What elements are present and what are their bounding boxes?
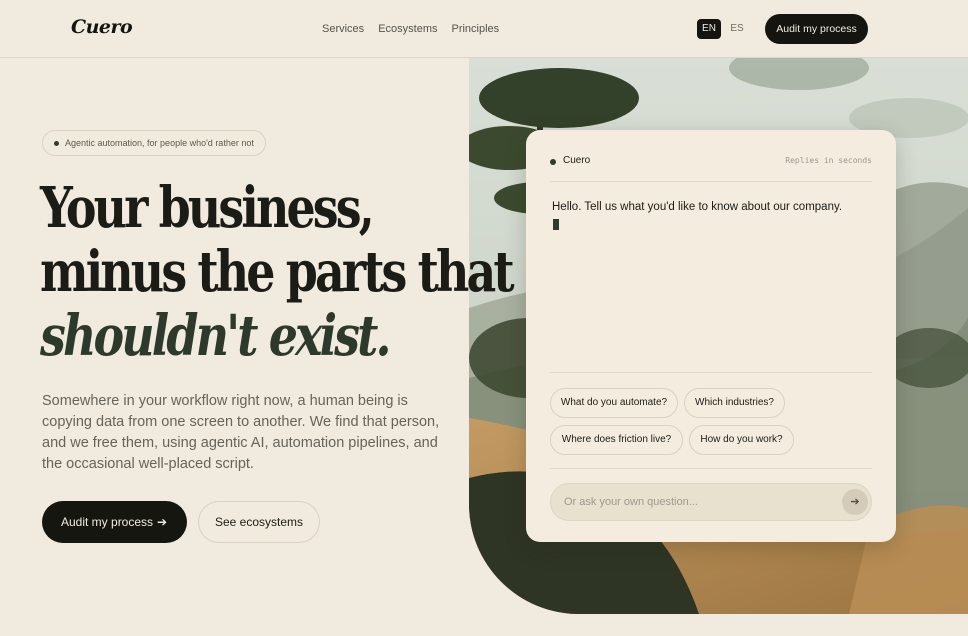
badge-dot-icon [54,141,59,146]
chat-agent-name: Cuero [563,155,591,166]
language-switcher: EN ES [697,19,749,39]
hero-lede: Somewhere in your workflow right now, a … [42,393,440,472]
headline-line-3: shouldn't exist. [40,303,391,369]
suggestion-where-does-friction-live[interactable]: Where does friction live? [550,425,683,455]
main-nav: Services Ecosystems Principles [322,23,499,35]
suggestion-which-industries[interactable]: Which industries? [684,388,785,418]
typing-cursor [553,219,559,230]
hero-headline: Your business, minus the parts that shou… [40,175,515,369]
see-ecosystems-button[interactable]: See ecosystems [198,501,320,543]
badge-label: Agentic automation, for people who'd rat… [65,138,254,148]
hero-badge: Agentic automation, for people who'd rat… [42,130,266,156]
nav-principles[interactable]: Principles [451,23,499,35]
chat-input-container: ➔ [550,483,872,521]
chat-widget: Cuero Replies in seconds Hello. Tell us … [526,130,896,542]
chat-header: Cuero Replies in seconds [550,155,872,182]
arrow-right-icon: ➔ [850,496,860,508]
chat-divider [550,468,872,469]
arrow-right-icon: ➔ [156,515,167,529]
lang-en[interactable]: EN [697,19,721,39]
audit-process-button[interactable]: Audit my process ➔ [42,501,187,543]
lang-es[interactable]: ES [725,19,749,39]
chat-divider [550,372,872,373]
header-audit-button[interactable]: Audit my process [765,14,868,44]
site-header: Cuero Services Ecosystems Principles EN … [0,0,968,58]
logo[interactable]: Cuero [71,16,133,38]
chat-question-input[interactable] [564,493,834,511]
online-status-icon [550,159,556,165]
nav-ecosystems[interactable]: Ecosystems [378,23,437,35]
chat-greeting-message: Hello. Tell us what you'd like to know a… [552,201,843,213]
nav-services[interactable]: Services [322,23,364,35]
suggestion-what-do-you-automate[interactable]: What do you automate? [550,388,678,418]
headline-line-2: minus the parts that [40,239,515,305]
audit-process-label: Audit my process [61,515,154,529]
send-button[interactable]: ➔ [842,489,868,515]
suggestion-how-do-you-work[interactable]: How do you work? [689,425,794,455]
headline-line-1: Your business, [40,175,375,241]
chat-response-time: Replies in seconds [785,156,872,165]
